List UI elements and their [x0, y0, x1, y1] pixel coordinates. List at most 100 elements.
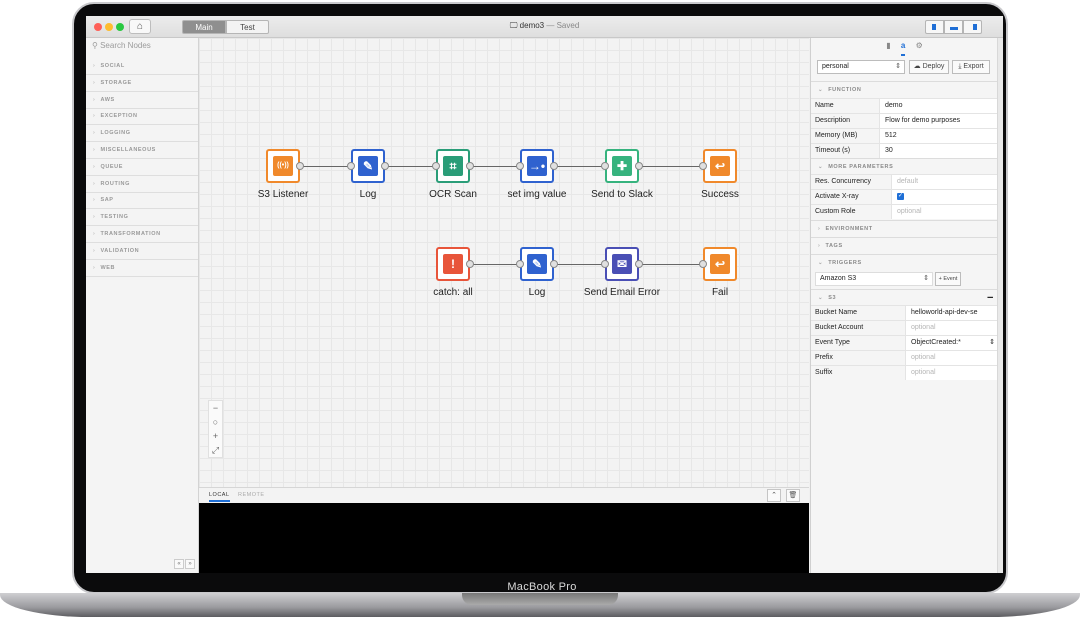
flow-node[interactable]: ↩: [703, 149, 737, 183]
output-port[interactable]: [635, 260, 643, 268]
flow-node[interactable]: ↩: [703, 247, 737, 281]
deploy-button[interactable]: ☁ Deploy: [909, 60, 949, 74]
s3-field-input[interactable]: optional: [905, 366, 998, 380]
category-storage[interactable]: › STORAGE: [86, 75, 198, 92]
s3-field-label: Prefix: [815, 354, 833, 361]
section-function[interactable]: ⌄ FUNCTION: [811, 81, 998, 97]
connection-line[interactable]: [556, 264, 603, 265]
input-port[interactable]: [516, 260, 524, 268]
gear-icon[interactable]: ⚙: [916, 38, 923, 54]
section-environment[interactable]: › ENVIRONMENT: [811, 220, 998, 236]
connection-line[interactable]: [387, 166, 434, 167]
connection-line[interactable]: [472, 264, 518, 265]
tab-remote[interactable]: REMOTE: [238, 492, 265, 498]
flow-node[interactable]: ⌗: [436, 149, 470, 183]
category-label: AWS: [100, 96, 115, 103]
flow-node[interactable]: ✎: [520, 247, 554, 281]
flow-node[interactable]: ((•)): [266, 149, 300, 183]
add-event-button[interactable]: + Event: [935, 272, 961, 286]
custom-role-input[interactable]: optional: [891, 205, 998, 219]
output-port[interactable]: [466, 260, 474, 268]
input-port[interactable]: [699, 162, 707, 170]
s3-field-input[interactable]: helloworld-api-dev-se: [905, 306, 998, 320]
collapse-right-button[interactable]: »: [185, 559, 195, 569]
amazon-icon[interactable]: a: [900, 38, 906, 56]
connection-line[interactable]: [641, 166, 701, 167]
category-web[interactable]: › WEB: [86, 260, 198, 277]
output-port[interactable]: [550, 260, 558, 268]
input-port[interactable]: [699, 260, 707, 268]
connection-line[interactable]: [556, 166, 603, 167]
flow-node[interactable]: ✉: [605, 247, 639, 281]
category-exception[interactable]: › EXCEPTION: [86, 108, 198, 126]
output-port[interactable]: [296, 162, 304, 170]
layout-right-panel-button[interactable]: [963, 20, 982, 34]
fit-view-button[interactable]: ⤢: [209, 443, 222, 457]
remove-trigger-button[interactable]: −: [987, 290, 994, 306]
section-s3-label: S3: [828, 295, 837, 301]
function-field-input[interactable]: demo: [879, 99, 998, 113]
category-queue[interactable]: › QUEUE: [86, 159, 198, 176]
profile-select[interactable]: personal ⇕: [817, 60, 905, 74]
input-port[interactable]: [601, 162, 609, 170]
category-validation[interactable]: › VALIDATION: [86, 243, 198, 260]
input-port[interactable]: [601, 260, 609, 268]
category-logging[interactable]: › LOGGING: [86, 125, 198, 143]
zoom-in-button[interactable]: +: [209, 429, 222, 443]
flow-node[interactable]: !: [436, 247, 470, 281]
input-port[interactable]: [516, 162, 524, 170]
layout-left-panel-button[interactable]: [925, 20, 944, 34]
output-port[interactable]: [381, 162, 389, 170]
res-concurrency-input[interactable]: default: [891, 175, 998, 189]
connection-line[interactable]: [302, 166, 349, 167]
category-miscellaneous[interactable]: › MISCELLANEOUS: [86, 142, 198, 159]
search-nodes-input[interactable]: ⚲ Search Nodes: [92, 41, 151, 50]
s3-field-input[interactable]: optional: [905, 351, 998, 365]
flow-node[interactable]: ✚: [605, 149, 639, 183]
connection-line[interactable]: [641, 264, 701, 265]
trigger-select[interactable]: Amazon S3 ⇕: [815, 272, 933, 286]
function-row: Name demo: [811, 98, 998, 113]
category-sap[interactable]: › SAP: [86, 192, 198, 210]
input-port[interactable]: [347, 162, 355, 170]
bookmark-icon[interactable]: ▮: [886, 38, 890, 54]
layout-bottom-panel-button[interactable]: [944, 20, 963, 34]
output-port[interactable]: [550, 162, 558, 170]
console-clear-button[interactable]: 🗑: [786, 489, 800, 502]
flow-canvas[interactable]: ((•)) S3 Listener ✎ Log ⌗ OCR Scan →• set img v…: [199, 38, 809, 487]
chevron-right-icon: ›: [93, 147, 96, 153]
connection-line[interactable]: [472, 166, 518, 167]
function-field-input[interactable]: 512: [879, 129, 998, 143]
input-port[interactable]: [432, 162, 440, 170]
zoom-out-button[interactable]: −: [209, 401, 222, 415]
xray-checkbox[interactable]: ✓: [897, 192, 904, 200]
section-tags[interactable]: › TAGS: [811, 237, 998, 253]
export-button[interactable]: ⤓ Export: [952, 60, 990, 74]
output-port[interactable]: [635, 162, 643, 170]
collapse-left-button[interactable]: «: [174, 559, 184, 569]
profile-value: personal: [822, 63, 849, 70]
event-type-select[interactable]: ObjectCreated:* ⇕: [905, 336, 998, 350]
category-transformation[interactable]: › TRANSFORMATION: [86, 226, 198, 243]
category-aws[interactable]: › AWS: [86, 92, 198, 109]
section-s3[interactable]: ⌄ S3−: [811, 289, 998, 305]
s3-row: Prefix optional: [811, 350, 998, 365]
category-routing[interactable]: › ROUTING: [86, 176, 198, 193]
flow-node[interactable]: ✎: [351, 149, 385, 183]
chevron-right-icon: ›: [93, 231, 96, 237]
category-testing[interactable]: › TESTING: [86, 209, 198, 227]
chevron-right-icon: ›: [93, 113, 96, 120]
s3-field-input[interactable]: optional: [905, 321, 998, 335]
function-field-input[interactable]: 30: [879, 144, 998, 158]
output-port[interactable]: [466, 162, 474, 170]
category-social[interactable]: › SOCIAL: [86, 58, 198, 75]
flow-node[interactable]: →•: [520, 149, 554, 183]
function-field-input[interactable]: Flow for demo purposes: [879, 114, 998, 128]
section-triggers[interactable]: ⌄ TRIGGERS: [811, 254, 998, 270]
panel-scrollbar[interactable]: [997, 38, 1003, 573]
tab-local[interactable]: LOCAL: [209, 492, 230, 502]
zoom-reset-button[interactable]: ○: [209, 415, 222, 429]
section-more-parameters[interactable]: ⌄ MORE PARAMETERS: [811, 158, 998, 174]
console-expand-button[interactable]: ⌃: [767, 489, 781, 502]
flow-node-label: Send Email Error: [583, 287, 661, 298]
